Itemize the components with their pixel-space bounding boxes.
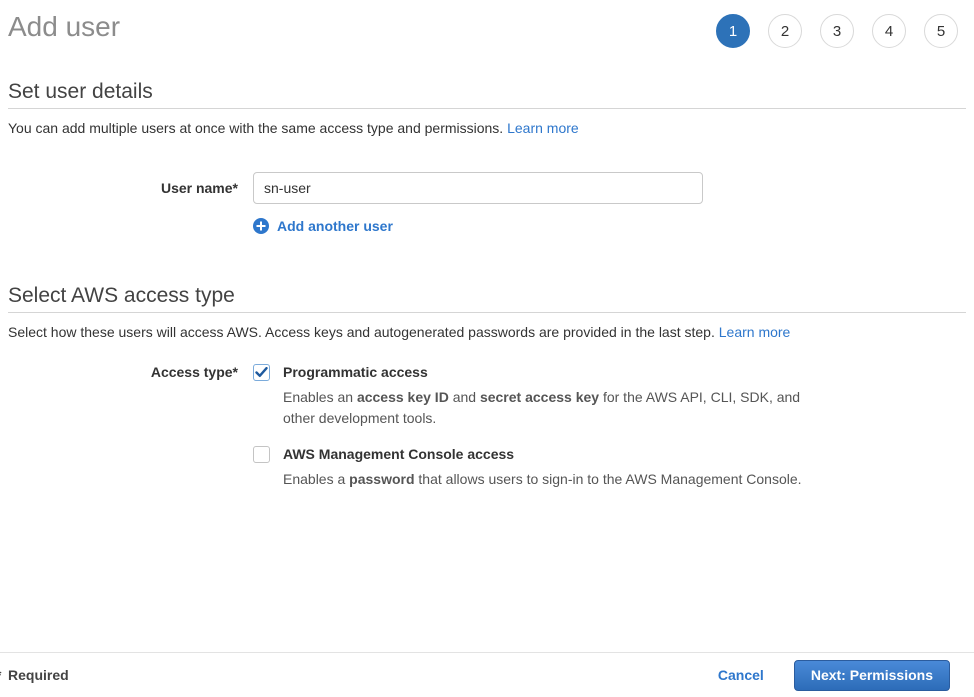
console-access-checkbox[interactable] — [253, 446, 270, 463]
learn-more-link-user-details[interactable]: Learn more — [507, 120, 579, 136]
required-asterisk: * — [0, 667, 1, 683]
option-console-access: AWS Management Console access Enables a … — [253, 445, 807, 490]
page-title: Add user — [8, 10, 120, 44]
footer-bar: * Required Cancel Next: Permissions — [0, 652, 974, 697]
next-permissions-button[interactable]: Next: Permissions — [794, 660, 950, 691]
page-header: Add user 1 2 3 4 5 — [0, 0, 974, 48]
step-3: 3 — [820, 14, 854, 48]
option-title: AWS Management Console access — [283, 445, 802, 463]
section-heading-access-type: Select AWS access type — [8, 284, 966, 308]
add-user-page: Add user 1 2 3 4 5 Set user details You … — [0, 0, 974, 697]
option-description: Enables a password that allows users to … — [283, 469, 802, 490]
access-type-description: Select how these users will access AWS. … — [8, 324, 966, 341]
cancel-button[interactable]: Cancel — [718, 667, 764, 683]
set-user-details-section: Set user details You can add multiple us… — [0, 80, 974, 234]
user-name-row: User name* — [0, 172, 974, 204]
user-details-description-text: You can add multiple users at once with … — [8, 120, 503, 136]
required-note: Required — [8, 667, 69, 683]
add-another-user-button[interactable]: Add another user — [253, 218, 974, 234]
user-name-input[interactable] — [253, 172, 703, 204]
access-type-description-text: Select how these users will access AWS. … — [8, 324, 715, 340]
step-4: 4 — [872, 14, 906, 48]
divider — [8, 312, 966, 313]
option-programmatic-access: Programmatic access Enables an access ke… — [253, 363, 807, 429]
step-indicator: 1 2 3 4 5 — [716, 14, 958, 48]
access-type-label: Access type* — [0, 363, 253, 490]
learn-more-link-access-type[interactable]: Learn more — [719, 324, 791, 340]
option-description: Enables an access key ID and secret acce… — [283, 387, 807, 429]
check-icon — [255, 367, 268, 378]
option-content: AWS Management Console access Enables a … — [283, 445, 802, 490]
option-content: Programmatic access Enables an access ke… — [283, 363, 807, 429]
footer-actions: Cancel Next: Permissions — [718, 660, 950, 691]
divider — [8, 108, 966, 109]
step-2: 2 — [768, 14, 802, 48]
option-title: Programmatic access — [283, 363, 807, 381]
section-heading-user-details: Set user details — [8, 80, 966, 104]
step-5: 5 — [924, 14, 958, 48]
add-another-user-label: Add another user — [277, 218, 393, 234]
user-details-description: You can add multiple users at once with … — [8, 120, 966, 137]
access-type-row: Access type* Programmatic access Enables… — [0, 363, 974, 490]
programmatic-access-checkbox[interactable] — [253, 364, 270, 381]
access-type-section: Select AWS access type Select how these … — [0, 284, 974, 490]
user-name-label: User name* — [0, 172, 253, 204]
add-icon — [253, 218, 269, 234]
step-1: 1 — [716, 14, 750, 48]
access-type-options: Programmatic access Enables an access ke… — [253, 363, 807, 490]
